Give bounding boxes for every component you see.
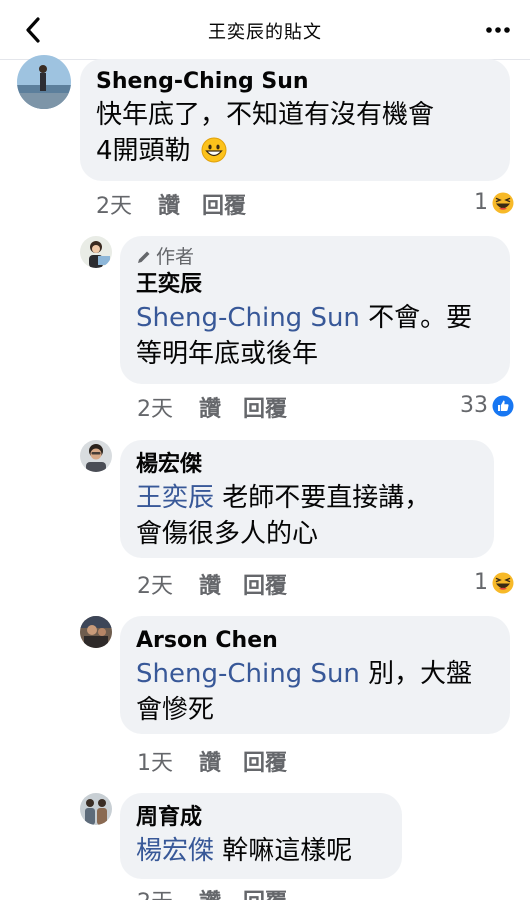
- comment-text-part: 別，大盤: [359, 659, 473, 689]
- reply-button[interactable]: 回覆: [243, 391, 287, 423]
- comment-text: 等明年底或後年: [136, 339, 319, 369]
- haha-icon: [492, 192, 514, 213]
- haha-icon: [492, 572, 514, 593]
- reaction-count: 33: [460, 393, 488, 418]
- reaction-summary[interactable]: 1: [474, 570, 514, 595]
- reaction-summary[interactable]: 1: [474, 190, 514, 215]
- comment-bubble: Arson Chen Sheng-Ching Sun 別，大盤 會慘死: [120, 616, 510, 734]
- avatar[interactable]: [80, 616, 112, 648]
- like-button[interactable]: 讚: [199, 391, 221, 423]
- comment-bubble: 楊宏傑 王奕辰 老師不要直接講， 會傷很多人的心: [120, 440, 494, 558]
- commenter-name[interactable]: Arson Chen: [136, 626, 494, 656]
- comment-text: 會慘死: [136, 695, 215, 725]
- comment-text: 快年底了，不知道有沒有機會: [96, 100, 435, 130]
- mention-link[interactable]: Sheng-Ching Sun: [136, 659, 360, 689]
- more-dots-icon: [486, 27, 510, 33]
- page-title: 王奕辰的貼文: [208, 22, 322, 43]
- like-button[interactable]: 讚: [199, 745, 221, 777]
- comment-bubble: Sheng-Ching Sun 快年底了，不知道有沒有機會 4開頭勒: [80, 59, 510, 181]
- commenter-name[interactable]: 王奕辰: [136, 270, 494, 300]
- more-options-button[interactable]: [484, 18, 512, 42]
- comment-time: 2天: [137, 397, 173, 422]
- comment-meta: 2天 讚 回覆: [137, 391, 309, 423]
- commenter-name[interactable]: 楊宏傑: [136, 450, 478, 480]
- comment-text-line: 4開頭勒: [96, 133, 494, 169]
- reaction-summary[interactable]: 33: [460, 393, 514, 418]
- mention-link[interactable]: Sheng-Ching Sun: [136, 303, 360, 333]
- reaction-count: 1: [474, 570, 488, 595]
- like-button[interactable]: 讚: [199, 568, 221, 600]
- commenter-name[interactable]: 周育成: [136, 803, 386, 833]
- author-tag-label: 作者: [156, 246, 195, 268]
- mention-link[interactable]: 楊宏傑: [136, 836, 214, 866]
- comment-text-line: 楊宏傑 幹嘛這樣呢: [136, 833, 386, 869]
- comment-text-part: 不會。要: [359, 303, 473, 333]
- comment-meta: 1天 讚 回覆: [137, 745, 309, 777]
- avatar[interactable]: [80, 440, 112, 472]
- comment-time: 2天: [137, 884, 173, 900]
- comment-text-part: 4開頭勒: [96, 136, 191, 166]
- reply-button[interactable]: 回覆: [243, 884, 287, 900]
- comment-text-line: Sheng-Ching Sun 不會。要: [136, 300, 494, 336]
- mention-link[interactable]: 王奕辰: [136, 483, 214, 513]
- reply-button[interactable]: 回覆: [202, 188, 246, 220]
- comment-text-part: 幹嘛這樣呢: [214, 836, 353, 866]
- comment-meta: 2天 讚 回覆: [96, 188, 268, 220]
- avatar[interactable]: [80, 236, 112, 268]
- reply-button[interactable]: 回覆: [243, 568, 287, 600]
- reaction-count: 1: [474, 190, 488, 215]
- avatar[interactable]: [80, 793, 112, 825]
- comment-text-line: Sheng-Ching Sun 別，大盤: [136, 656, 494, 692]
- comment-text-part: 老師不要直接講，: [214, 483, 431, 513]
- top-nav-bar: 王奕辰的貼文: [0, 0, 530, 60]
- grinning-face-icon: [201, 137, 227, 163]
- comment-bubble: 周育成 楊宏傑 幹嘛這樣呢: [120, 793, 402, 879]
- commenter-name[interactable]: Sheng-Ching Sun: [96, 67, 494, 97]
- like-icon: [492, 395, 514, 416]
- author-badge: 作者: [136, 244, 494, 270]
- comment-time: 1天: [137, 751, 173, 776]
- comment-meta: 2天 讚 回覆: [137, 884, 309, 900]
- comment-text-line: 王奕辰 老師不要直接講，: [136, 480, 478, 516]
- like-button[interactable]: 讚: [158, 188, 180, 220]
- reply-button[interactable]: 回覆: [243, 745, 287, 777]
- pencil-icon: [138, 251, 150, 263]
- avatar[interactable]: [17, 55, 71, 109]
- comment-meta: 2天 讚 回覆: [137, 568, 309, 600]
- comment-text: 會傷很多人的心: [136, 519, 319, 549]
- comment-time: 2天: [96, 194, 132, 219]
- comment-bubble: 作者 王奕辰 Sheng-Ching Sun 不會。要 等明年底或後年: [120, 236, 510, 384]
- like-button[interactable]: 讚: [199, 884, 221, 900]
- comment-time: 2天: [137, 574, 173, 599]
